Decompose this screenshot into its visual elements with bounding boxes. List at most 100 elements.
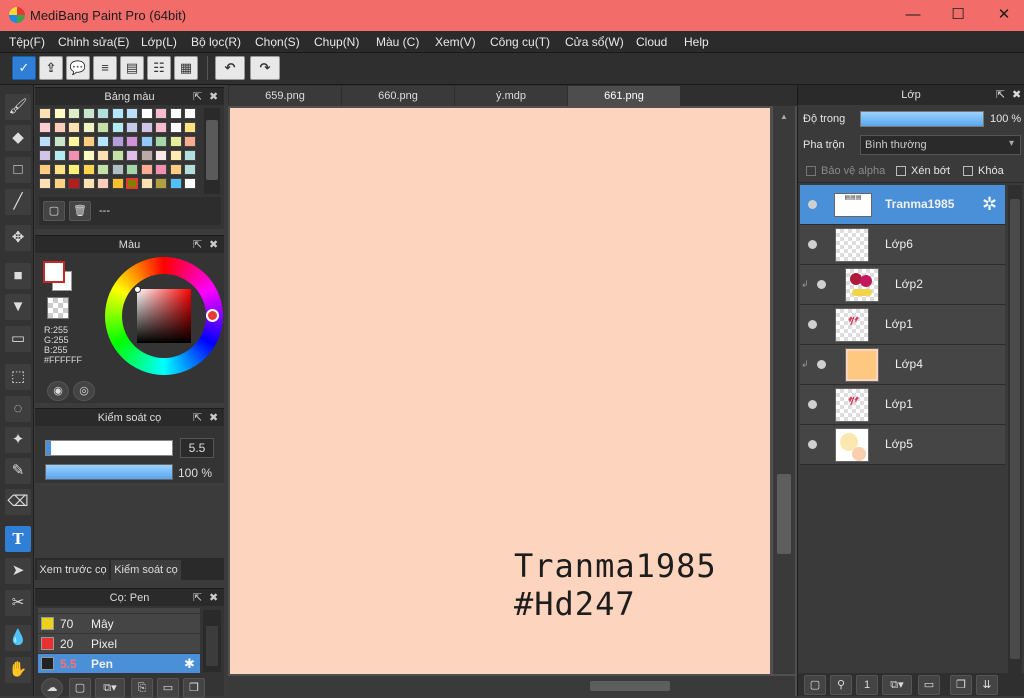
share-icon[interactable]: ⇪	[39, 56, 63, 80]
copy-brush-icon[interactable]: ⎘	[131, 678, 153, 698]
palette-swatch[interactable]	[68, 178, 80, 189]
palette-swatch[interactable]	[155, 150, 167, 161]
blend-mode-select[interactable]: Bình thường ▾	[860, 135, 1021, 155]
palette-swatch[interactable]	[155, 122, 167, 133]
vertical-scroll-thumb[interactable]	[777, 474, 791, 554]
close-panel-icon[interactable]: ✖	[209, 88, 218, 106]
palette-swatch[interactable]	[111, 108, 124, 119]
text-tool-icon[interactable]: T	[5, 526, 31, 552]
add-layer-menu-icon[interactable]: ⧉▾	[882, 675, 912, 695]
visibility-icon[interactable]	[817, 280, 826, 289]
undock-icon[interactable]: ⇱	[996, 85, 1005, 105]
menu-tools[interactable]: Công cụ(T)	[490, 35, 550, 49]
menu-help[interactable]: Help	[684, 35, 709, 49]
tab-brush-control[interactable]: Kiểm soát cọ	[111, 560, 181, 580]
palette-swatch[interactable]	[68, 136, 80, 147]
palette-swatch[interactable]	[169, 164, 182, 175]
brush-tool-icon[interactable]: 🖌	[5, 94, 31, 120]
palette-swatch[interactable]	[140, 108, 153, 119]
palette-swatch[interactable]	[184, 122, 196, 133]
delete-palette-icon[interactable]: 🗑	[69, 201, 91, 221]
palette-swatch[interactable]	[184, 150, 196, 161]
palette-swatch[interactable]	[39, 122, 51, 133]
palette-swatch[interactable]	[184, 164, 196, 175]
palette-swatch[interactable]	[68, 122, 80, 133]
menu-capture[interactable]: Chụp(N)	[314, 35, 359, 49]
canvas-document[interactable]: Tranma1985 #Hd247	[230, 108, 770, 674]
palette-swatch[interactable]	[53, 108, 66, 119]
brush-settings-icon[interactable]: ✱	[184, 656, 195, 672]
visibility-icon[interactable]	[808, 400, 817, 409]
palette-swatch[interactable]	[111, 150, 124, 161]
palette-swatch[interactable]	[82, 122, 95, 133]
tab-file-y[interactable]: ý.mdp	[455, 86, 567, 106]
palette-swatch[interactable]	[53, 136, 66, 147]
palette-swatch[interactable]	[82, 150, 95, 161]
palette-swatch[interactable]	[68, 108, 80, 119]
lock-checkbox[interactable]: Khóa	[963, 165, 1004, 177]
brush-size-slider[interactable]	[45, 440, 173, 456]
brush-item-pen[interactable]: 5.5 Pen ✱	[38, 654, 200, 673]
palette-swatch[interactable]	[68, 164, 80, 175]
palette-swatch[interactable]	[39, 150, 51, 161]
layer-row[interactable]: Lớp6	[800, 225, 1005, 265]
palette-swatch[interactable]	[184, 178, 196, 189]
palette-swatch[interactable]	[126, 122, 138, 133]
palette-swatch[interactable]	[169, 150, 182, 161]
palette-swatch[interactable]	[39, 136, 51, 147]
tab-file-659[interactable]: 659.png	[229, 86, 341, 106]
palette-swatch[interactable]	[39, 108, 51, 119]
visibility-icon[interactable]	[808, 440, 817, 449]
tab-file-661[interactable]: 661.png	[568, 86, 680, 106]
palette-swatch[interactable]	[97, 150, 109, 161]
palette-swatch[interactable]	[140, 136, 153, 147]
palette-swatch[interactable]	[184, 108, 196, 119]
brush-opacity-slider[interactable]	[45, 464, 173, 480]
palette-swatch[interactable]	[68, 150, 80, 161]
palette-swatch[interactable]	[97, 136, 109, 147]
eraser-tool-icon[interactable]: ◆	[5, 125, 31, 151]
brush-folder-icon[interactable]: ▭	[157, 678, 179, 698]
line-tool-icon[interactable]: ╱	[5, 189, 31, 215]
brush-item-pixel[interactable]: 20 Pixel	[38, 634, 200, 653]
palette-swatch[interactable]	[53, 150, 66, 161]
palette-swatch[interactable]	[111, 136, 124, 147]
eyedropper-tool-icon[interactable]: 💧	[5, 625, 31, 651]
palette-swatch[interactable]	[169, 178, 182, 189]
palette-swatch[interactable]	[111, 122, 124, 133]
layer-folder-icon[interactable]: ▭	[918, 675, 940, 695]
palette-swatch[interactable]	[140, 178, 153, 189]
sv-cursor[interactable]	[134, 286, 141, 293]
fill-rectangle-tool-icon[interactable]: ■	[5, 263, 31, 289]
brush-item-may[interactable]: 70 Mây	[38, 614, 200, 633]
undock-icon[interactable]: ⇱	[193, 236, 202, 254]
close-panel-icon[interactable]: ✖	[209, 589, 218, 607]
palette-swatch[interactable]	[126, 108, 138, 119]
layer-row[interactable]: ↲ Lớp4	[800, 345, 1005, 385]
layer-row[interactable]: ↲ Lớp2	[800, 265, 1005, 305]
palette-swatch[interactable]	[82, 108, 95, 119]
merge-layer-icon[interactable]: ⇊	[976, 675, 998, 695]
main-color-swatch[interactable]	[43, 261, 65, 283]
palette-scrollbar[interactable]	[204, 108, 220, 194]
alpha-protect-checkbox[interactable]: Bảo vệ alpha	[806, 165, 885, 177]
visibility-icon[interactable]	[808, 240, 817, 249]
canvas-vertical-scrollbar[interactable]: ▲	[773, 106, 795, 674]
maximize-button[interactable]: ☐	[943, 4, 973, 26]
palette-swatch[interactable]	[39, 164, 51, 175]
operation-tool-icon[interactable]: ➤	[5, 558, 31, 584]
palette-swatch[interactable]	[169, 136, 182, 147]
settings-list-icon[interactable]: ☷	[147, 56, 171, 80]
palette-swatch[interactable]	[111, 178, 124, 189]
palette-swatch[interactable]	[82, 178, 95, 189]
layer-row[interactable]: ꭝ/ꭝ Lớp1	[800, 305, 1005, 345]
cloud-sync-icon[interactable]: ✓	[12, 56, 36, 80]
duplicate-layer-icon[interactable]: ❐	[950, 675, 972, 695]
layer-opacity-slider[interactable]	[860, 111, 984, 127]
palette-swatch[interactable]	[126, 136, 138, 147]
palette-swatch[interactable]	[126, 150, 138, 161]
clipping-checkbox[interactable]: Xén bớt	[896, 165, 950, 177]
undock-icon[interactable]: ⇱	[193, 88, 202, 106]
tab-file-660[interactable]: 660.png	[342, 86, 454, 106]
select-rectangle-tool-icon[interactable]: ⬚	[5, 364, 31, 390]
